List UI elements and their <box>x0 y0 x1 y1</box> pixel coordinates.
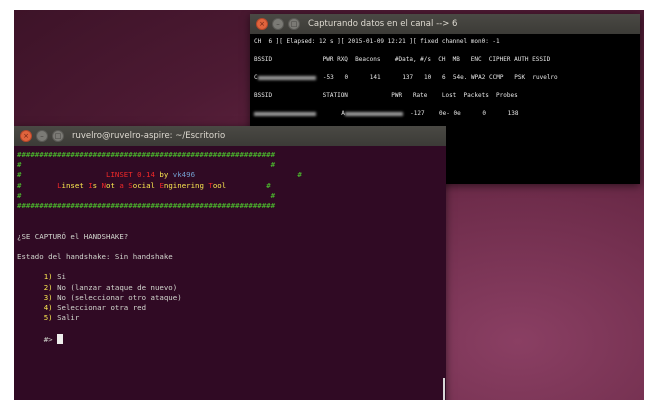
terminal-scrollbar[interactable] <box>443 378 445 400</box>
redacted-station <box>344 111 403 116</box>
banner-border-bottom: ########################################… <box>17 201 276 211</box>
capture-window-title: Capturando datos en el canal --> 6 <box>308 19 458 29</box>
client-row-values: -127 0e- 0e 0 138 <box>402 110 519 117</box>
banner-side: # <box>17 170 22 180</box>
terminal-window[interactable]: × – □ ruvelro@ruvelro-aspire: ~/Escritor… <box>14 126 446 400</box>
banner-side: # <box>297 170 302 180</box>
redacted-bssid <box>257 75 316 80</box>
redacted-bssid <box>254 111 316 116</box>
menu-option-si[interactable]: Si <box>57 272 66 281</box>
banner-name: LINSET 0.14 <box>106 170 155 180</box>
terminal-window-titlebar[interactable]: × – □ ruvelro@ruvelro-aspire: ~/Escritor… <box>14 126 446 146</box>
terminal-window-title: ruvelro@ruvelro-aspire: ~/Escritorio <box>72 131 226 141</box>
banner-border-top: ########################################… <box>17 150 276 159</box>
handshake-status-label: Estado del handshake: <box>17 252 111 262</box>
banner-side: # <box>266 180 271 190</box>
banner-by: by <box>159 170 169 180</box>
handshake-status-value: Sin handshake <box>114 252 173 262</box>
close-icon[interactable]: × <box>20 130 32 142</box>
capture-window-titlebar[interactable]: × – □ Capturando datos en el canal --> 6 <box>250 14 640 34</box>
maximize-icon[interactable]: □ <box>52 130 64 142</box>
text-cursor[interactable] <box>57 333 64 344</box>
client-row: A -127 0e- 0e 0 138 <box>254 110 519 117</box>
capture-status-line: CH 6 ][ Elapsed: 12 s ][ 2015-01-09 12:2… <box>254 38 500 45</box>
terminal-output[interactable]: ########################################… <box>14 146 446 349</box>
capture-output: CH 6 ][ Elapsed: 12 s ][ 2015-01-09 12:2… <box>250 34 640 121</box>
menu-option-num: 3) <box>43 292 53 302</box>
client-table-header: BSSID STATION PWR Rate Lost Packets Prob… <box>254 92 518 99</box>
banner-side: # <box>270 190 276 200</box>
banner-side: # <box>17 190 22 200</box>
menu-option-exit[interactable]: Salir <box>57 313 79 322</box>
desktop: × – □ Capturando datos en el canal --> 6… <box>14 10 644 400</box>
ap-table-header: BSSID PWR RXQ Beacons #Data, #/s CH MB E… <box>254 56 551 63</box>
ap-row-values: -53 0 141 137 10 6 54e. WPA2 CCMP PSK ru… <box>315 74 558 81</box>
menu-option-num: 2) <box>43 282 53 292</box>
banner-side: # <box>17 160 22 170</box>
menu-option-num: 4) <box>43 303 53 313</box>
banner-subtitle: Linset Is Not a Social Enginering Tool <box>57 180 227 190</box>
handshake-question: ¿SE CAPTURÓ el HANDSHAKE? <box>17 231 129 241</box>
menu-option-num: 5) <box>43 313 53 323</box>
menu-option-num: 1) <box>43 272 53 282</box>
menu-option-retry-attack[interactable]: No (lanzar ataque de nuevo) <box>57 283 177 292</box>
banner-side: # <box>270 160 276 170</box>
banner-side: # <box>17 180 22 190</box>
menu-option-other-network[interactable]: Seleccionar otra red <box>57 303 146 312</box>
banner-author: vk496 <box>172 170 196 180</box>
menu-option-other-attack[interactable]: No (seleccionar otro ataque) <box>57 293 182 302</box>
minimize-icon[interactable]: – <box>36 130 48 142</box>
close-icon[interactable]: × <box>256 18 268 30</box>
ap-row: C -53 0 141 137 10 6 54e. WPA2 CCMP PSK … <box>254 74 558 81</box>
minimize-icon[interactable]: – <box>272 18 284 30</box>
maximize-icon[interactable]: □ <box>288 18 300 30</box>
command-prompt: #> <box>43 334 53 344</box>
